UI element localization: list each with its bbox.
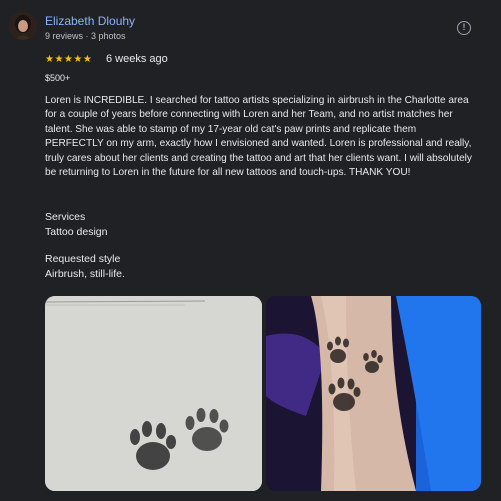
review-photo-paw-stamp[interactable] [45, 296, 262, 491]
services-value: Tattoo design [45, 226, 108, 238]
review-date: 6 weeks ago [106, 53, 168, 65]
price-range: $500+ [45, 73, 71, 83]
reviewer-meta: 9 reviews · 3 photos [45, 31, 126, 41]
services-label: Services [45, 211, 86, 223]
reviewer-name[interactable]: Elizabeth Dlouhy [45, 14, 135, 28]
tattoo-arm-image [266, 296, 481, 491]
reviewer-avatar[interactable] [9, 12, 37, 40]
info-circle-icon[interactable]: ! [457, 21, 471, 35]
star-rating: ★★★★★ [45, 54, 93, 65]
avatar-image [9, 12, 37, 40]
review-photo-tattoo-arm[interactable] [266, 296, 481, 491]
review-text: Loren is INCREDIBLE. I searched for tatt… [45, 95, 472, 179]
requested-style-value: Airbrush, still-life. [45, 268, 125, 280]
requested-style-label: Requested style [45, 253, 121, 265]
paw-stamp-image [45, 296, 262, 491]
